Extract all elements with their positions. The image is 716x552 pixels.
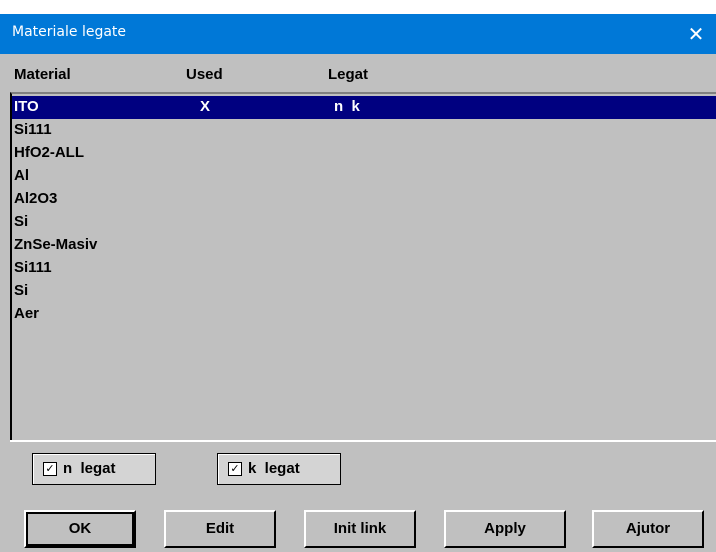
column-header-material[interactable]: Material: [14, 66, 71, 83]
k-legat-label: k legat: [248, 460, 300, 477]
materials-list[interactable]: ITO X n k Si111 HfO2-ALL Al Al2O3 Si ZnS…: [10, 92, 716, 440]
list-item-material: Al2O3: [14, 190, 58, 207]
column-header-legat[interactable]: Legat: [328, 66, 368, 83]
list-divider: [10, 440, 716, 442]
list-item-material: Si: [14, 213, 29, 230]
materiale-legate-dialog: Materiale legate ✕ Material Used Legat I…: [0, 0, 716, 552]
checkmark-icon: ✓: [228, 462, 242, 476]
list-item[interactable]: Aer: [12, 303, 716, 326]
init-link-button[interactable]: Init link: [304, 510, 416, 548]
apply-button[interactable]: Apply: [444, 510, 566, 548]
list-item-used: X: [200, 98, 211, 115]
list-item[interactable]: Si: [12, 280, 716, 303]
ok-button[interactable]: OK: [24, 510, 136, 548]
list-item[interactable]: HfO2-ALL: [12, 142, 716, 165]
list-item[interactable]: ZnSe-Masiv: [12, 234, 716, 257]
title-bar[interactable]: Materiale legate ✕: [0, 14, 716, 54]
ajutor-button[interactable]: Ajutor: [592, 510, 704, 548]
list-item-material: HfO2-ALL: [14, 144, 84, 161]
list-item[interactable]: Al2O3: [12, 188, 716, 211]
list-item-material: Si111: [14, 121, 52, 138]
n-legat-label: n legat: [63, 460, 116, 477]
list-item-legat: n k: [334, 98, 360, 115]
list-item-material: Si111: [14, 259, 52, 276]
link-options-panel: ✓ n legat ✓ k legat: [24, 449, 716, 495]
list-item[interactable]: Si111: [12, 119, 716, 142]
window-title: Materiale legate: [12, 24, 127, 40]
list-item-material: Si: [14, 282, 29, 299]
list-item-material: Aer: [14, 305, 40, 322]
list-item[interactable]: Si111: [12, 257, 716, 280]
column-header-used[interactable]: Used: [186, 66, 223, 83]
checkmark-icon: ✓: [43, 462, 57, 476]
list-item[interactable]: Al: [12, 165, 716, 188]
title-bar-area: Materiale legate ✕: [0, 0, 716, 54]
column-header: Material Used Legat: [0, 54, 716, 92]
close-icon[interactable]: ✕: [682, 20, 710, 48]
list-item[interactable]: Si: [12, 211, 716, 234]
list-item[interactable]: ITO X n k: [12, 96, 716, 119]
n-legat-checkbox[interactable]: ✓ n legat: [32, 453, 156, 485]
list-item-material: ITO: [14, 98, 39, 115]
list-item-material: ZnSe-Masiv: [14, 236, 98, 253]
list-item-material: Al: [14, 167, 29, 184]
edit-button[interactable]: Edit: [164, 510, 276, 548]
k-legat-checkbox[interactable]: ✓ k legat: [217, 453, 341, 485]
